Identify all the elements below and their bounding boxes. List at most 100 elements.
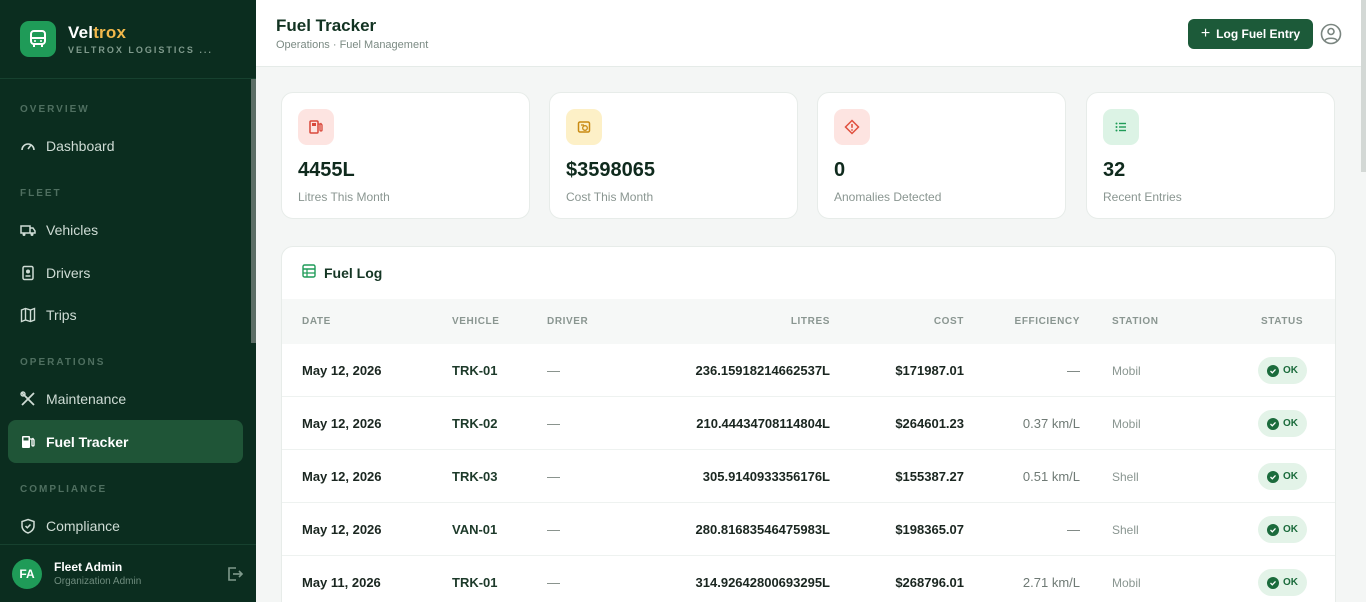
cell-cost: $268796.01 — [895, 575, 964, 590]
cell-vehicle: TRK-03 — [452, 469, 498, 484]
sidebar-item-label: Compliance — [46, 517, 120, 534]
bus-logo-icon — [20, 21, 56, 57]
warning-diamond-icon — [834, 109, 870, 145]
table-icon — [302, 263, 316, 283]
map-icon — [20, 306, 36, 323]
status-badge: OK — [1258, 357, 1307, 384]
cell-cost: $264601.23 — [895, 416, 964, 431]
brand-subtitle: VELTROX LOGISTICS ... — [68, 45, 213, 55]
table-row[interactable]: May 12, 2026 TRK-03 — 305.9140933356176L… — [282, 450, 1335, 503]
column-header-efficiency[interactable]: EFFICIENCY — [1015, 316, 1080, 327]
user-panel: FA Fleet Admin Organization Admin — [0, 544, 256, 602]
status-text: OK — [1283, 524, 1298, 535]
cell-litres: 305.9140933356176L — [702, 469, 830, 484]
fuel-log-header: Fuel Log — [282, 247, 1335, 299]
shield-icon — [20, 518, 36, 534]
table-row[interactable]: May 11, 2026 TRK-01 — 314.92642800693295… — [282, 556, 1335, 602]
plus-icon: + — [1200, 25, 1211, 42]
stat-label: Anomalies Detected — [834, 190, 942, 204]
sidebar-item-label: Fuel Tracker — [46, 433, 129, 450]
column-header-vehicle[interactable]: VEHICLE — [452, 316, 500, 327]
cell-litres: 280.81683546475983L — [695, 522, 830, 537]
sidebar-item-label: Drivers — [46, 264, 91, 281]
cell-date: May 12, 2026 — [302, 363, 382, 378]
cell-litres: 236.15918214662537L — [695, 363, 830, 378]
cell-driver: — — [547, 469, 560, 484]
cell-efficiency: — — [1067, 363, 1080, 378]
cell-vehicle: VAN-01 — [452, 522, 498, 537]
user-profile-icon[interactable] — [1320, 23, 1342, 45]
sidebar-item-fuel-tracker[interactable]: Fuel Tracker — [8, 420, 243, 463]
cell-cost: $171987.01 — [895, 363, 964, 378]
brand[interactable]: Veltrox VELTROX LOGISTICS ... — [0, 0, 256, 79]
stat-value: 32 — [1103, 159, 1126, 181]
cell-station: Shell — [1112, 470, 1139, 484]
sidebar-item-label: Vehicles — [46, 221, 99, 238]
section-label-fleet: FLEET — [20, 188, 62, 199]
logout-icon[interactable] — [226, 565, 244, 583]
status-text: OK — [1283, 365, 1298, 376]
receipt-icon — [566, 109, 602, 145]
cell-litres: 210.44434708114804L — [696, 416, 830, 431]
log-fuel-entry-button[interactable]: + Log Fuel Entry — [1188, 19, 1313, 49]
tools-icon — [20, 390, 36, 407]
cell-station: Shell — [1112, 523, 1139, 537]
sidebar-item-label: Dashboard — [46, 137, 115, 154]
cell-efficiency: 0.37 km/L — [1022, 416, 1080, 431]
list-icon — [1103, 109, 1139, 145]
log-fuel-entry-label: Log Fuel Entry — [1216, 27, 1301, 41]
column-header-cost[interactable]: COST — [934, 316, 964, 327]
main-scrollbar[interactable] — [1361, 0, 1366, 172]
cell-driver: — — [547, 363, 560, 378]
fuel-log-panel: Fuel Log DATE VEHICLE DRIVER LITRES COST… — [281, 246, 1336, 602]
sidebar-item-maintenance[interactable]: Maintenance — [8, 377, 243, 420]
gauge-icon — [20, 138, 36, 154]
stat-card-entries: 32 Recent Entries — [1086, 92, 1335, 219]
cell-date: May 11, 2026 — [302, 575, 381, 590]
status-text: OK — [1283, 577, 1298, 588]
stat-card-litres: 4455L Litres This Month — [281, 92, 530, 219]
page-title: Fuel Tracker — [276, 16, 377, 35]
id-card-icon — [20, 265, 36, 281]
cell-driver: — — [547, 522, 560, 537]
status-badge: OK — [1258, 463, 1307, 490]
table-row[interactable]: May 12, 2026 TRK-01 — 236.15918214662537… — [282, 344, 1335, 397]
sidebar-item-drivers[interactable]: Drivers — [8, 251, 243, 294]
table-row[interactable]: May 12, 2026 TRK-02 — 210.44434708114804… — [282, 397, 1335, 450]
stat-label: Litres This Month — [298, 190, 390, 204]
sidebar-item-label: Maintenance — [46, 390, 127, 407]
fuel-log-title: Fuel Log — [324, 265, 383, 281]
check-circle-icon — [1267, 417, 1279, 430]
topbar: Fuel Tracker Operations · Fuel Managemen… — [256, 0, 1366, 67]
column-header-litres[interactable]: LITRES — [791, 316, 830, 327]
sidebar-scrollbar[interactable] — [251, 79, 256, 343]
sidebar-item-compliance[interactable]: Compliance — [8, 504, 243, 547]
check-circle-icon — [1267, 576, 1279, 589]
stat-value: 0 — [834, 159, 846, 181]
status-badge: OK — [1258, 516, 1307, 543]
column-header-station[interactable]: STATION — [1112, 316, 1159, 327]
cell-efficiency: 0.51 km/L — [1022, 469, 1080, 484]
cell-efficiency: 2.71 km/L — [1022, 575, 1080, 590]
truck-icon — [20, 222, 36, 238]
cell-date: May 12, 2026 — [302, 522, 382, 537]
breadcrumb: Operations · Fuel Management — [276, 39, 429, 51]
status-badge: OK — [1258, 569, 1307, 596]
column-header-status[interactable]: STATUS — [1261, 316, 1303, 327]
section-label-operations: OPERATIONS — [20, 357, 106, 368]
sidebar-item-vehicles[interactable]: Vehicles — [8, 208, 243, 251]
status-text: OK — [1283, 418, 1298, 429]
check-circle-icon — [1267, 470, 1279, 483]
table-row[interactable]: May 12, 2026 VAN-01 — 280.81683546475983… — [282, 503, 1335, 556]
avatar[interactable]: FA — [12, 558, 42, 589]
column-header-date[interactable]: DATE — [302, 316, 331, 327]
sidebar-item-trips[interactable]: Trips — [8, 293, 243, 336]
column-header-driver[interactable]: DRIVER — [547, 316, 588, 327]
fuel-pump-icon — [20, 434, 36, 450]
sidebar-item-dashboard[interactable]: Dashboard — [8, 124, 243, 167]
stat-label: Recent Entries — [1103, 190, 1182, 204]
check-circle-icon — [1267, 523, 1279, 536]
cell-cost: $155387.27 — [895, 469, 964, 484]
cell-date: May 12, 2026 — [302, 469, 382, 484]
sidebar-item-label: Trips — [46, 306, 77, 323]
